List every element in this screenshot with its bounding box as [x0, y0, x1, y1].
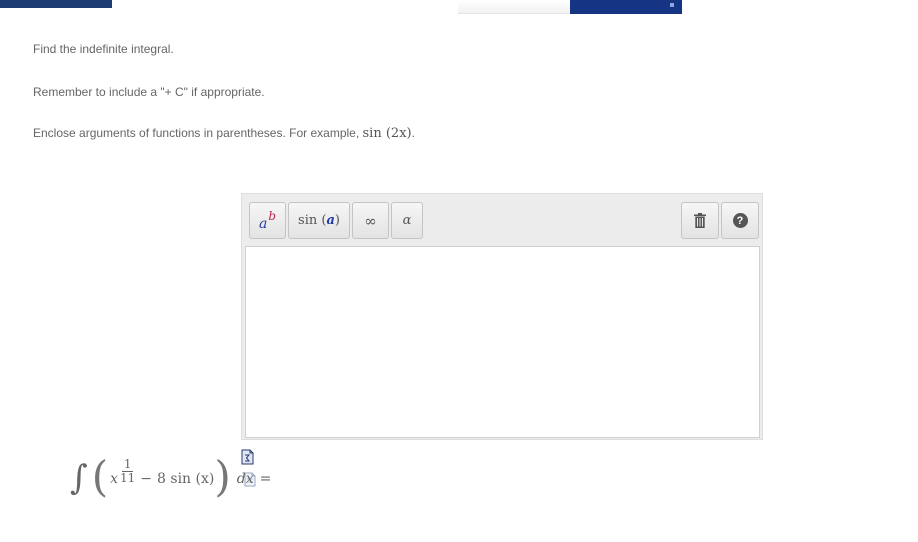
exponent-numerator: 1: [121, 456, 134, 472]
top-toolbar-strip: [458, 0, 570, 14]
math-editor: ab sin (a) ∞ α ?: [241, 193, 763, 440]
function-arg: a: [326, 213, 335, 228]
example-fn-arg: (2x): [385, 126, 412, 141]
panel-dot-icon: [670, 3, 674, 7]
exponent-base: a: [258, 215, 268, 232]
dx-label: dx: [236, 471, 254, 487]
instruction-line-1: Find the indefinite integral.: [33, 42, 174, 56]
example-fn-name: sin: [362, 126, 382, 141]
instruction-3-suffix: .: [411, 126, 415, 140]
answer-input[interactable]: [245, 246, 760, 438]
minus-sign: −: [140, 471, 153, 487]
equals-sign: =: [259, 471, 272, 487]
top-blue-panel: [570, 0, 682, 14]
instruction-line-2: Remember to include a "+ C" if appropria…: [33, 85, 265, 99]
greek-letters-button[interactable]: α: [391, 202, 423, 239]
fraction-exponent: 1 11: [120, 456, 136, 485]
exponent-power: b: [268, 208, 277, 223]
help-button[interactable]: ?: [721, 202, 759, 239]
example-function: sin (2x): [363, 126, 412, 141]
function-button[interactable]: sin (a): [288, 202, 350, 239]
function-name: sin: [298, 213, 318, 228]
exponent-button[interactable]: ab: [249, 202, 286, 239]
differential: dx: [237, 471, 254, 487]
integral-expression: ∫ ( x 1 11 − 8 sin (x) ) dx =: [70, 454, 271, 504]
exponent-denominator: 11: [120, 470, 136, 485]
trash-icon: [694, 213, 706, 228]
close-paren: ): [214, 452, 231, 501]
help-icon: ?: [732, 213, 748, 228]
top-header-bar: [0, 0, 112, 8]
instruction-3-prefix: Enclose arguments of functions in parent…: [33, 126, 363, 140]
base-variable: x: [110, 471, 119, 487]
integral-sign: ∫: [70, 458, 88, 498]
sine-term: 8 sin (x): [157, 471, 215, 487]
infinity-button[interactable]: ∞: [352, 202, 389, 239]
instruction-line-3: Enclose arguments of functions in parent…: [33, 126, 415, 141]
clear-button[interactable]: [681, 202, 719, 239]
open-paren: (: [91, 452, 109, 501]
function-close-paren: ): [334, 213, 340, 228]
